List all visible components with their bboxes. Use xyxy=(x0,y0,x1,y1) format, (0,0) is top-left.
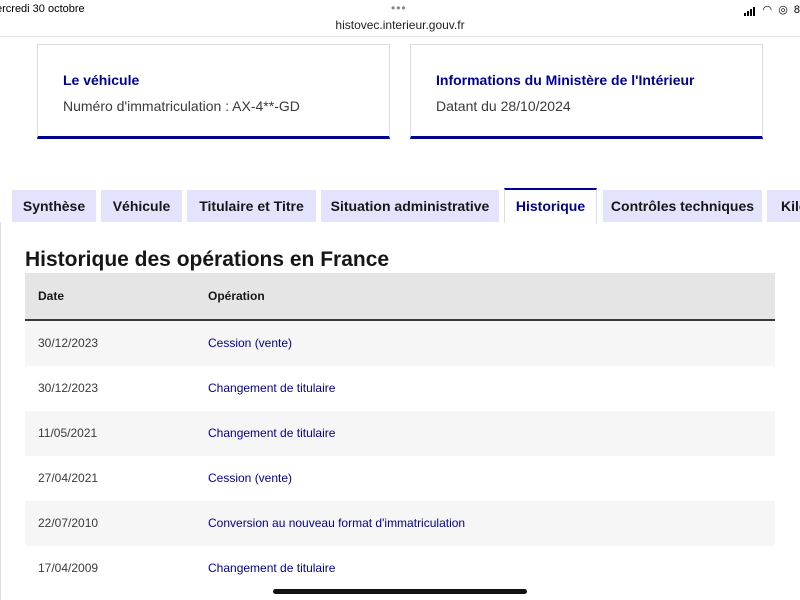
table-row: 17/04/2009 Changement de titulaire xyxy=(25,546,775,591)
tab-bar: Synthèse Véhicule Titulaire et Titre Sit… xyxy=(0,188,800,223)
row-operation-link[interactable]: Changement de titulaire xyxy=(208,366,335,411)
status-date: ercredi 30 octobre xyxy=(0,3,85,15)
wifi-icon: ◠ xyxy=(762,4,773,16)
row-operation-link[interactable]: Cession (vente) xyxy=(208,321,292,366)
row-date: 27/04/2021 xyxy=(38,471,99,485)
row-date: 30/12/2023 xyxy=(38,381,99,395)
registration-number: Numéro d'immatriculation : AX-4**-GD xyxy=(63,98,300,114)
row-date: 17/04/2009 xyxy=(38,561,99,575)
more-icon[interactable]: ••• xyxy=(391,2,407,14)
ministry-info-title: Informations du Ministère de l'Intérieur xyxy=(436,72,695,88)
ministry-info-card: Informations du Ministère de l'Intérieur… xyxy=(410,44,763,139)
row-operation-link[interactable]: Changement de titulaire xyxy=(208,546,335,591)
row-date: 11/05/2021 xyxy=(38,426,98,440)
battery-text: 8 xyxy=(793,4,800,16)
row-operation-link[interactable]: Conversion au nouveau format d'immatricu… xyxy=(208,501,465,546)
table-row: 27/04/2021 Cession (vente) xyxy=(25,456,775,501)
location-icon: ◎ xyxy=(778,4,788,16)
vehicle-card-title: Le véhicule xyxy=(63,72,140,88)
status-icons: ◠ ◎ 8 xyxy=(741,3,800,16)
tab-kilometrage[interactable]: Kilo xyxy=(767,190,800,222)
address-bar[interactable]: histovec.interieur.gouv.fr xyxy=(0,18,800,32)
status-bar: ercredi 30 octobre ••• histovec.interieu… xyxy=(0,0,800,37)
section-title: Historique des opérations en France xyxy=(25,248,390,271)
table-row: 30/12/2023 Cession (vente) xyxy=(25,321,775,366)
vehicle-card: Le véhicule Numéro d'immatriculation : A… xyxy=(37,44,390,139)
ministry-info-date: Datant du 28/10/2024 xyxy=(436,98,571,114)
tab-synthese[interactable]: Synthèse xyxy=(12,190,96,222)
header-operation: Opération xyxy=(208,289,265,303)
tab-situation-administrative[interactable]: Situation administrative xyxy=(321,190,499,222)
signal-icon xyxy=(744,4,756,16)
tab-vehicule[interactable]: Véhicule xyxy=(101,190,182,222)
operations-table: Date Opération 30/12/2023 Cession (vente… xyxy=(25,273,775,591)
table-row: 30/12/2023 Changement de titulaire xyxy=(25,366,775,411)
tab-titulaire-titre[interactable]: Titulaire et Titre xyxy=(187,190,316,222)
table-row: 11/05/2021 Changement de titulaire xyxy=(25,411,775,456)
tab-controles-techniques[interactable]: Contrôles techniques xyxy=(603,190,762,222)
header-date: Date xyxy=(38,289,65,303)
table-header: Date Opération xyxy=(25,273,775,321)
home-indicator[interactable] xyxy=(273,589,527,594)
row-date: 30/12/2023 xyxy=(38,336,99,350)
table-row: 22/07/2010 Conversion au nouveau format … xyxy=(25,501,775,546)
row-operation-link[interactable]: Cession (vente) xyxy=(208,456,292,501)
row-operation-link[interactable]: Changement de titulaire xyxy=(208,411,335,456)
row-date: 22/07/2010 xyxy=(38,516,99,530)
tab-historique[interactable]: Historique xyxy=(504,188,597,223)
